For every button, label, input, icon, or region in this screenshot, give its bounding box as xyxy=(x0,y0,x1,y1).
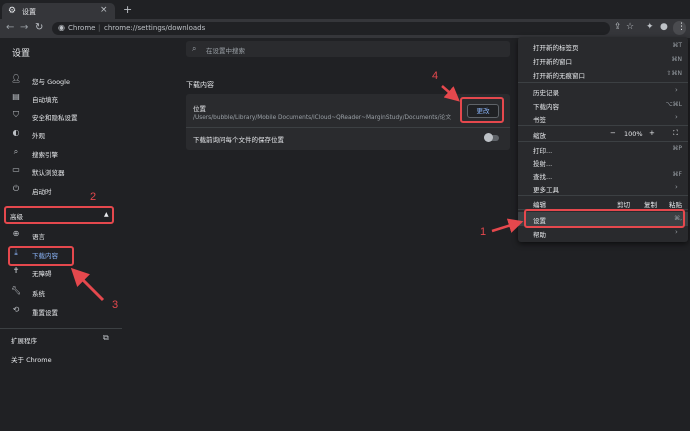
arrow-3 xyxy=(70,267,105,302)
arrow-1 xyxy=(491,218,524,233)
arrow-4 xyxy=(441,85,460,102)
annotation-arrows xyxy=(70,85,524,302)
